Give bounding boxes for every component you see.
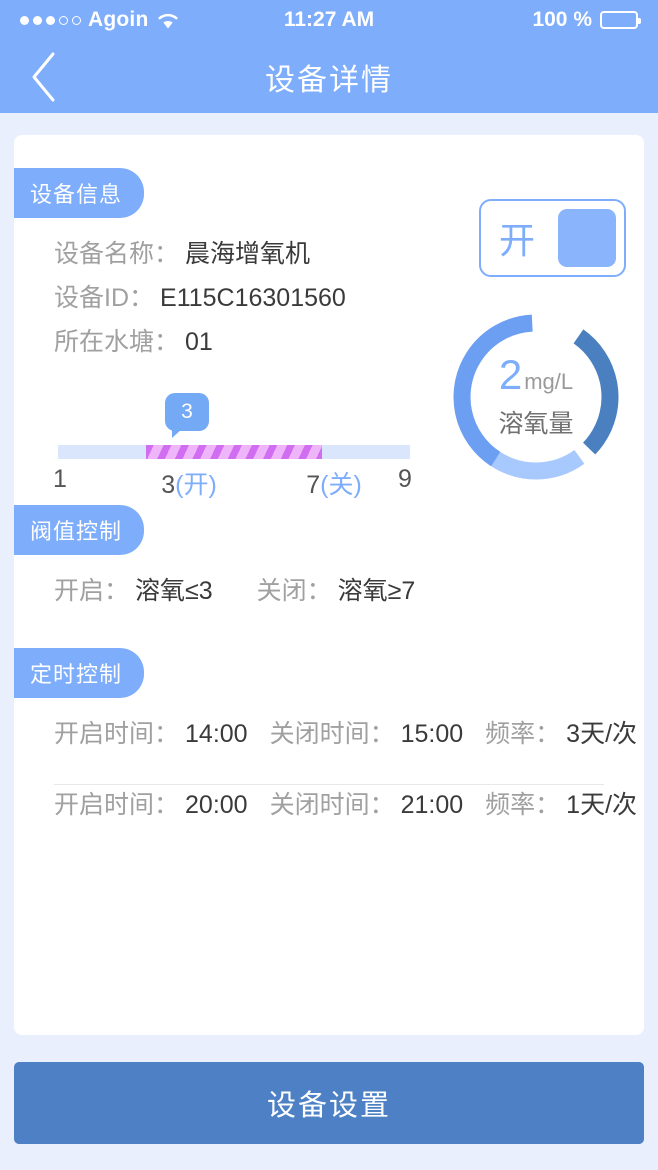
device-info-section: 设备信息 设备名称： 晨海增氧机 设备ID： E115C16301560 所在水…: [14, 168, 644, 499]
schedule-freq-label: 频率：: [485, 791, 561, 819]
schedule-on-value: 20:00: [185, 791, 248, 819]
slider-tick: 9: [398, 465, 412, 493]
slider-tooltip-value: 3: [181, 400, 193, 423]
schedule-freq-label: 频率：: [485, 720, 561, 748]
status-bar: Agoin 11:27 AM 100 %: [0, 0, 658, 40]
power-toggle-knob[interactable]: [558, 209, 616, 267]
threshold-control-section-title: 阀值控制: [14, 505, 145, 555]
schedule-on-label: 开启时间：: [54, 720, 180, 748]
threshold-values: 开启： 溶氧≤3 关闭： 溶氧≥7: [14, 569, 644, 613]
timer-control-section-title: 定时控制: [14, 648, 145, 698]
status-bar-left: Agoin: [20, 8, 179, 32]
pond-label: 所在水塘：: [54, 328, 180, 356]
detail-card: 设备信息 设备名称： 晨海增氧机 设备ID： E115C16301560 所在水…: [14, 135, 644, 1035]
threshold-close-value: 溶氧≥7: [337, 577, 416, 605]
slider-tick-labels: 1 3(开) 7(关) 9: [53, 465, 412, 499]
power-toggle[interactable]: 开: [479, 199, 626, 277]
threshold-control-section: 阀值控制 开启： 溶氧≤3 关闭： 溶氧≥7: [14, 505, 644, 613]
timer-control-section: 定时控制 开启时间： 14:00 关闭时间： 15:00 频率： 3天/次 开启时间：…: [14, 648, 644, 855]
schedule-off-value: 15:00: [400, 720, 464, 748]
schedule-freq-value: 1天/次: [566, 791, 638, 819]
slider-range-fill: [146, 445, 322, 459]
timer-schedule-list: 开启时间： 14:00 关闭时间： 15:00 频率： 3天/次 开启时间： 20:00…: [14, 714, 644, 855]
threshold-open-value: 溶氧≤3: [135, 577, 213, 605]
page-title: 设备详情: [265, 63, 393, 97]
gauge-value: 2: [498, 351, 523, 398]
threshold-row: 开启： 溶氧≤3 关闭： 溶氧≥7: [54, 569, 644, 613]
slider-tooltip[interactable]: 3: [165, 393, 209, 438]
navigation-bar: 设备详情: [0, 40, 658, 113]
chevron-left-icon: [32, 52, 55, 101]
schedule-on-label: 开启时间：: [54, 791, 180, 819]
device-id-label: 设备ID：: [54, 284, 155, 312]
gauge-unit: mg/L: [524, 369, 574, 394]
power-toggle-label: 开: [499, 220, 536, 261]
schedule-off-value: 21:00: [400, 791, 464, 819]
slider-track[interactable]: [58, 445, 410, 459]
battery-full-icon: [600, 11, 641, 29]
gauge-center-readout: 2 mg/L 溶氧量: [452, 313, 620, 481]
dissolved-oxygen-gauge: 2 mg/L 溶氧量: [452, 313, 620, 481]
device-name-label: 设备名称：: [54, 240, 180, 268]
wifi-icon: [157, 12, 179, 29]
carrier-name: Agoin: [88, 8, 149, 31]
slider-tick: 3(开): [161, 471, 217, 499]
device-info-section-title: 设备信息: [14, 168, 145, 218]
device-settings-button[interactable]: 设备设置: [14, 1062, 644, 1144]
battery-percentage: 100 %: [532, 8, 592, 31]
timer-schedule-row[interactable]: 开启时间： 14:00 关闭时间： 15:00 频率： 3天/次: [14, 714, 644, 784]
pond-value: 01: [185, 328, 213, 356]
slider-tick: 1: [53, 465, 67, 493]
back-button[interactable]: [12, 45, 76, 109]
slider-tick: 7(关): [306, 471, 362, 499]
schedule-freq-value: 3天/次: [566, 720, 638, 748]
signal-strength-icon: [20, 15, 81, 25]
status-bar-right: 100 %: [532, 8, 641, 32]
timer-schedule-row[interactable]: 开启时间： 20:00 关闭时间： 21:00 频率： 1天/次: [14, 785, 644, 855]
device-name-value: 晨海增氧机: [185, 240, 311, 268]
device-id-value: E115C16301560: [160, 284, 346, 312]
schedule-off-label: 关闭时间：: [269, 791, 395, 819]
schedule-on-value: 14:00: [185, 720, 248, 748]
threshold-close-label: 关闭：: [256, 577, 332, 605]
schedule-off-label: 关闭时间：: [269, 720, 395, 748]
threshold-open-label: 开启：: [54, 577, 130, 605]
gauge-metric-name: 溶氧量: [498, 410, 574, 438]
